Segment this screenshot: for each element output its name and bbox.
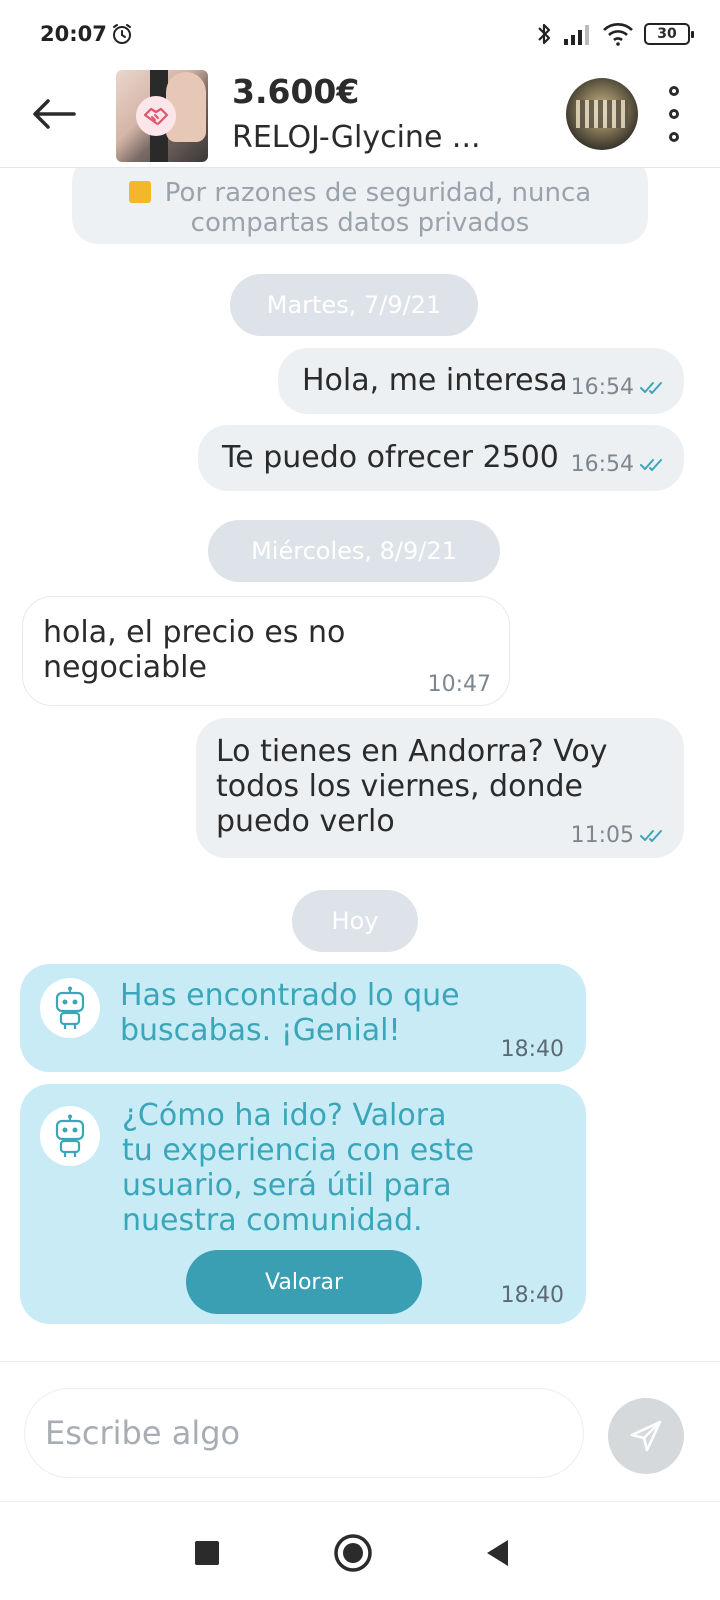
message-time: 11:05	[570, 823, 634, 848]
chat-thread[interactable]: Por razones de seguridad, nunca comparta…	[0, 168, 720, 1361]
product-title[interactable]: RELOJ-Glycine ...	[232, 120, 481, 155]
avatar-image-shape	[576, 100, 628, 128]
message-text-line-1: Lo tienes en Andorra? Voy	[216, 734, 608, 769]
message-text: Te puedo ofrecer 2500	[222, 440, 559, 475]
bluetooth-icon	[538, 23, 551, 45]
back-button[interactable]	[26, 86, 82, 142]
bot-text-line-1: Has encontrado lo que	[120, 978, 460, 1013]
handshake-icon	[143, 107, 169, 125]
bot-message[interactable]: ¿Cómo ha ido? Valora tu experiencia con …	[20, 1084, 586, 1324]
bot-avatar	[40, 1106, 100, 1166]
message-time: 18:40	[500, 1037, 564, 1062]
product-price[interactable]: 3.600€	[232, 72, 359, 111]
security-notice: Por razones de seguridad, nunca comparta…	[72, 168, 648, 244]
message-time: 16:54	[570, 375, 634, 400]
message-time: 16:54	[570, 452, 634, 477]
message-meta: 16:54	[571, 447, 666, 482]
double-check-icon	[640, 381, 662, 394]
battery-level: 30	[657, 26, 677, 42]
date-separator: Miércoles, 8/9/21	[208, 520, 500, 582]
notice-line-1: Por razones de seguridad, nunca	[164, 178, 592, 208]
double-check-icon	[640, 458, 662, 471]
message-bubble-outgoing[interactable]: Te puedo ofrecer 2500 16:54	[198, 425, 684, 491]
more-icon-dot	[669, 109, 679, 119]
nav-back-icon	[487, 1540, 508, 1566]
nav-back-button[interactable]	[474, 1530, 520, 1576]
message-text-line-1: hola, el precio es no	[43, 615, 346, 650]
more-icon	[669, 86, 679, 96]
system-nav-bar	[0, 1501, 720, 1600]
message-time: 18:40	[500, 1283, 564, 1308]
send-button[interactable]	[608, 1398, 684, 1474]
status-time: 20:07	[40, 22, 107, 46]
status-icons: 30	[536, 20, 694, 48]
bot-text-line-1: ¿Cómo ha ido? Valora	[122, 1098, 447, 1133]
robot-icon	[55, 1114, 85, 1157]
message-composer	[0, 1361, 720, 1501]
nav-recents-icon	[195, 1541, 219, 1565]
more-options-button[interactable]	[658, 82, 690, 146]
double-check-icon	[640, 829, 662, 842]
message-meta: 16:54	[571, 370, 666, 405]
date-separator: Hoy	[292, 890, 418, 952]
message-text-line-3: puedo verlo	[216, 804, 395, 839]
signal-icon	[564, 25, 589, 45]
chat-header: 3.600€ RELOJ-Glycine ...	[0, 64, 720, 168]
rate-user-button[interactable]: Valorar	[186, 1250, 422, 1314]
bot-text-line-3: usuario, será útil para	[122, 1168, 452, 1203]
battery-icon: 30	[644, 23, 694, 45]
bot-text-line-4: nuestra comunidad.	[122, 1203, 423, 1238]
robot-icon	[55, 986, 85, 1029]
status-bar: 20:07 30	[0, 0, 720, 64]
bot-text-line-2: tu experiencia con este	[122, 1133, 475, 1168]
reserved-badge	[136, 96, 176, 136]
notice-line-2: compartas datos privados	[190, 208, 530, 238]
bot-avatar	[40, 978, 100, 1038]
product-thumbnail[interactable]	[116, 70, 208, 162]
nav-home-icon	[334, 1534, 372, 1572]
nav-recents-button[interactable]	[184, 1530, 230, 1576]
back-arrow-icon	[33, 99, 76, 129]
message-text-line-2: negociable	[43, 650, 207, 685]
lock-icon	[128, 181, 151, 203]
message-time: 10:47	[427, 672, 491, 697]
seller-avatar[interactable]	[566, 78, 638, 150]
bot-text-line-2: buscabas. ¡Genial!	[120, 1013, 401, 1048]
wifi-icon	[603, 23, 633, 46]
bot-message[interactable]: Has encontrado lo que buscabas. ¡Genial!…	[20, 964, 586, 1072]
message-meta: 11:05	[571, 818, 666, 853]
more-icon-dot	[669, 132, 679, 142]
message-text-line-2: todos los viernes, donde	[216, 769, 583, 804]
send-icon	[630, 1420, 662, 1452]
message-bubble-outgoing[interactable]: Lo tienes en Andorra? Voy todos los vier…	[196, 718, 684, 858]
message-bubble-incoming[interactable]: hola, el precio es no negociable 10:47	[22, 596, 510, 706]
alarm-icon	[113, 24, 131, 44]
message-bubble-outgoing[interactable]: Hola, me interesa 16:54	[278, 348, 684, 414]
nav-home-button[interactable]	[330, 1530, 376, 1576]
date-separator: Martes, 7/9/21	[230, 274, 478, 336]
message-text: Hola, me interesa	[302, 363, 568, 398]
message-input[interactable]	[24, 1388, 584, 1478]
